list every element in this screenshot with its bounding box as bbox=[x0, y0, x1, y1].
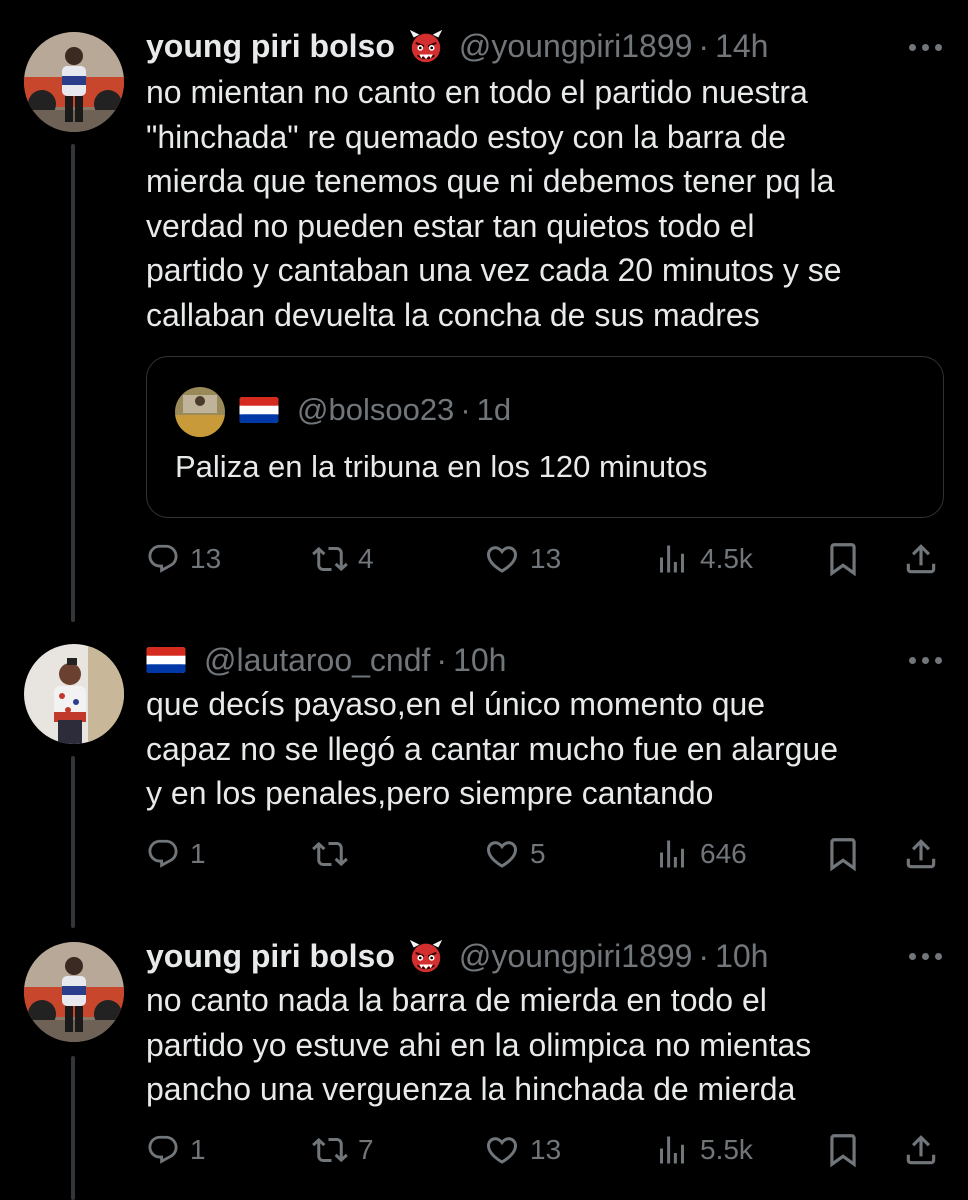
bookmark-button[interactable] bbox=[824, 834, 862, 874]
reply-count: 1 bbox=[190, 1134, 206, 1165]
retweet-button[interactable]: 7 bbox=[312, 1130, 374, 1170]
views-button[interactable]: 4.5k bbox=[654, 539, 753, 579]
ogre-emoji-icon bbox=[407, 27, 445, 65]
quoted-tweet[interactable]: @bolsoo23 · 1d Paliza en la tribuna en l… bbox=[146, 356, 944, 518]
retweet-button[interactable]: 4 bbox=[312, 539, 374, 579]
tweet-2[interactable]: @lautaroo_cndf · 10h que decís payaso,en… bbox=[0, 620, 968, 920]
retweet-count: 7 bbox=[358, 1134, 374, 1165]
views-count: 4.5k bbox=[700, 543, 753, 574]
bookmark-button[interactable] bbox=[824, 539, 862, 579]
more-options-icon[interactable] bbox=[909, 953, 942, 960]
views-icon bbox=[654, 541, 690, 577]
views-count: 646 bbox=[700, 838, 747, 869]
quoted-header: @bolsoo23 · 1d bbox=[239, 392, 511, 428]
bookmark-icon bbox=[824, 1131, 862, 1169]
timestamp[interactable]: 10h bbox=[715, 938, 768, 975]
views-button[interactable]: 646 bbox=[654, 834, 747, 874]
like-button[interactable]: 5 bbox=[484, 834, 546, 874]
more-options-icon[interactable] bbox=[909, 44, 942, 51]
reply-button[interactable]: 13 bbox=[146, 539, 221, 579]
tweet-header: @lautaroo_cndf · 10h bbox=[146, 640, 506, 680]
reply-icon bbox=[146, 1133, 180, 1167]
retweet-icon bbox=[312, 541, 348, 577]
retweet-count: 4 bbox=[358, 543, 374, 574]
share-button[interactable] bbox=[902, 834, 940, 874]
like-button[interactable]: 13 bbox=[484, 539, 561, 579]
like-count: 13 bbox=[530, 543, 562, 574]
tweet-text: no mientan no canto en todo el partido n… bbox=[146, 74, 842, 333]
display-name[interactable]: young piri bolso bbox=[146, 28, 395, 65]
reply-button[interactable]: 1 bbox=[146, 834, 206, 874]
action-bar: 1 5 646 bbox=[146, 834, 946, 874]
username[interactable]: @lautaroo_cndf bbox=[204, 642, 430, 679]
bookmark-button[interactable] bbox=[824, 1130, 862, 1170]
share-icon bbox=[902, 540, 940, 578]
avatar[interactable] bbox=[24, 32, 124, 132]
share-button[interactable] bbox=[902, 539, 940, 579]
avatar[interactable] bbox=[24, 644, 124, 744]
retweet-icon bbox=[312, 1132, 348, 1168]
like-button[interactable]: 13 bbox=[484, 1130, 561, 1170]
more-options-icon[interactable] bbox=[909, 657, 942, 664]
reply-icon bbox=[146, 837, 180, 871]
quoted-timestamp[interactable]: 1d bbox=[477, 392, 511, 428]
tweet-header: young piri bolso @youngpiri1899 · 14h bbox=[146, 26, 768, 66]
bookmark-icon bbox=[824, 540, 862, 578]
bookmark-icon bbox=[824, 835, 862, 873]
quoted-username[interactable]: @bolsoo23 bbox=[297, 392, 454, 428]
avatar[interactable] bbox=[24, 942, 124, 1042]
views-icon bbox=[654, 836, 690, 872]
tweet-text: no canto nada la barra de mierda en todo… bbox=[146, 982, 812, 1108]
separator-dot: · bbox=[436, 641, 448, 678]
quoted-text: Paliza en la tribuna en los 120 minutos bbox=[175, 449, 708, 484]
tweet-3[interactable]: young piri bolso @youngpiri1899 · 10h no… bbox=[0, 920, 968, 1200]
share-button[interactable] bbox=[902, 1130, 940, 1170]
retweet-icon bbox=[312, 836, 348, 872]
retweet-button[interactable] bbox=[312, 834, 358, 874]
paraguay-flag-icon bbox=[239, 397, 279, 423]
views-icon bbox=[654, 1132, 690, 1168]
display-name[interactable]: young piri bolso bbox=[146, 938, 395, 975]
heart-icon bbox=[484, 836, 520, 872]
separator-dot: · bbox=[698, 27, 710, 64]
separator-dot: · bbox=[460, 392, 471, 427]
action-bar: 1 7 13 5.5k bbox=[146, 1130, 946, 1170]
tweet-header: young piri bolso @youngpiri1899 · 10h bbox=[146, 936, 768, 976]
username[interactable]: @youngpiri1899 bbox=[459, 938, 693, 975]
username[interactable]: @youngpiri1899 bbox=[459, 28, 693, 65]
reply-icon bbox=[146, 542, 180, 576]
quoted-avatar[interactable] bbox=[175, 387, 225, 437]
ogre-emoji-icon bbox=[407, 937, 445, 975]
action-bar: 13 4 13 4.5k bbox=[146, 539, 946, 579]
tweet-text: que decís payaso,en el único momento que… bbox=[146, 686, 839, 812]
share-icon bbox=[902, 1131, 940, 1169]
reply-count: 13 bbox=[190, 543, 222, 574]
share-icon bbox=[902, 835, 940, 873]
views-button[interactable]: 5.5k bbox=[654, 1130, 753, 1170]
timestamp[interactable]: 14h bbox=[715, 28, 768, 65]
heart-icon bbox=[484, 541, 520, 577]
separator-dot: · bbox=[698, 937, 710, 974]
tweet-1[interactable]: young piri bolso @youngpiri1899 · 14h no… bbox=[0, 0, 968, 620]
paraguay-flag-icon bbox=[146, 647, 186, 673]
like-count: 5 bbox=[530, 838, 546, 869]
heart-icon bbox=[484, 1132, 520, 1168]
reply-count: 1 bbox=[190, 838, 206, 869]
views-count: 5.5k bbox=[700, 1134, 753, 1165]
like-count: 13 bbox=[530, 1134, 562, 1165]
timestamp[interactable]: 10h bbox=[453, 642, 506, 679]
reply-button[interactable]: 1 bbox=[146, 1130, 206, 1170]
